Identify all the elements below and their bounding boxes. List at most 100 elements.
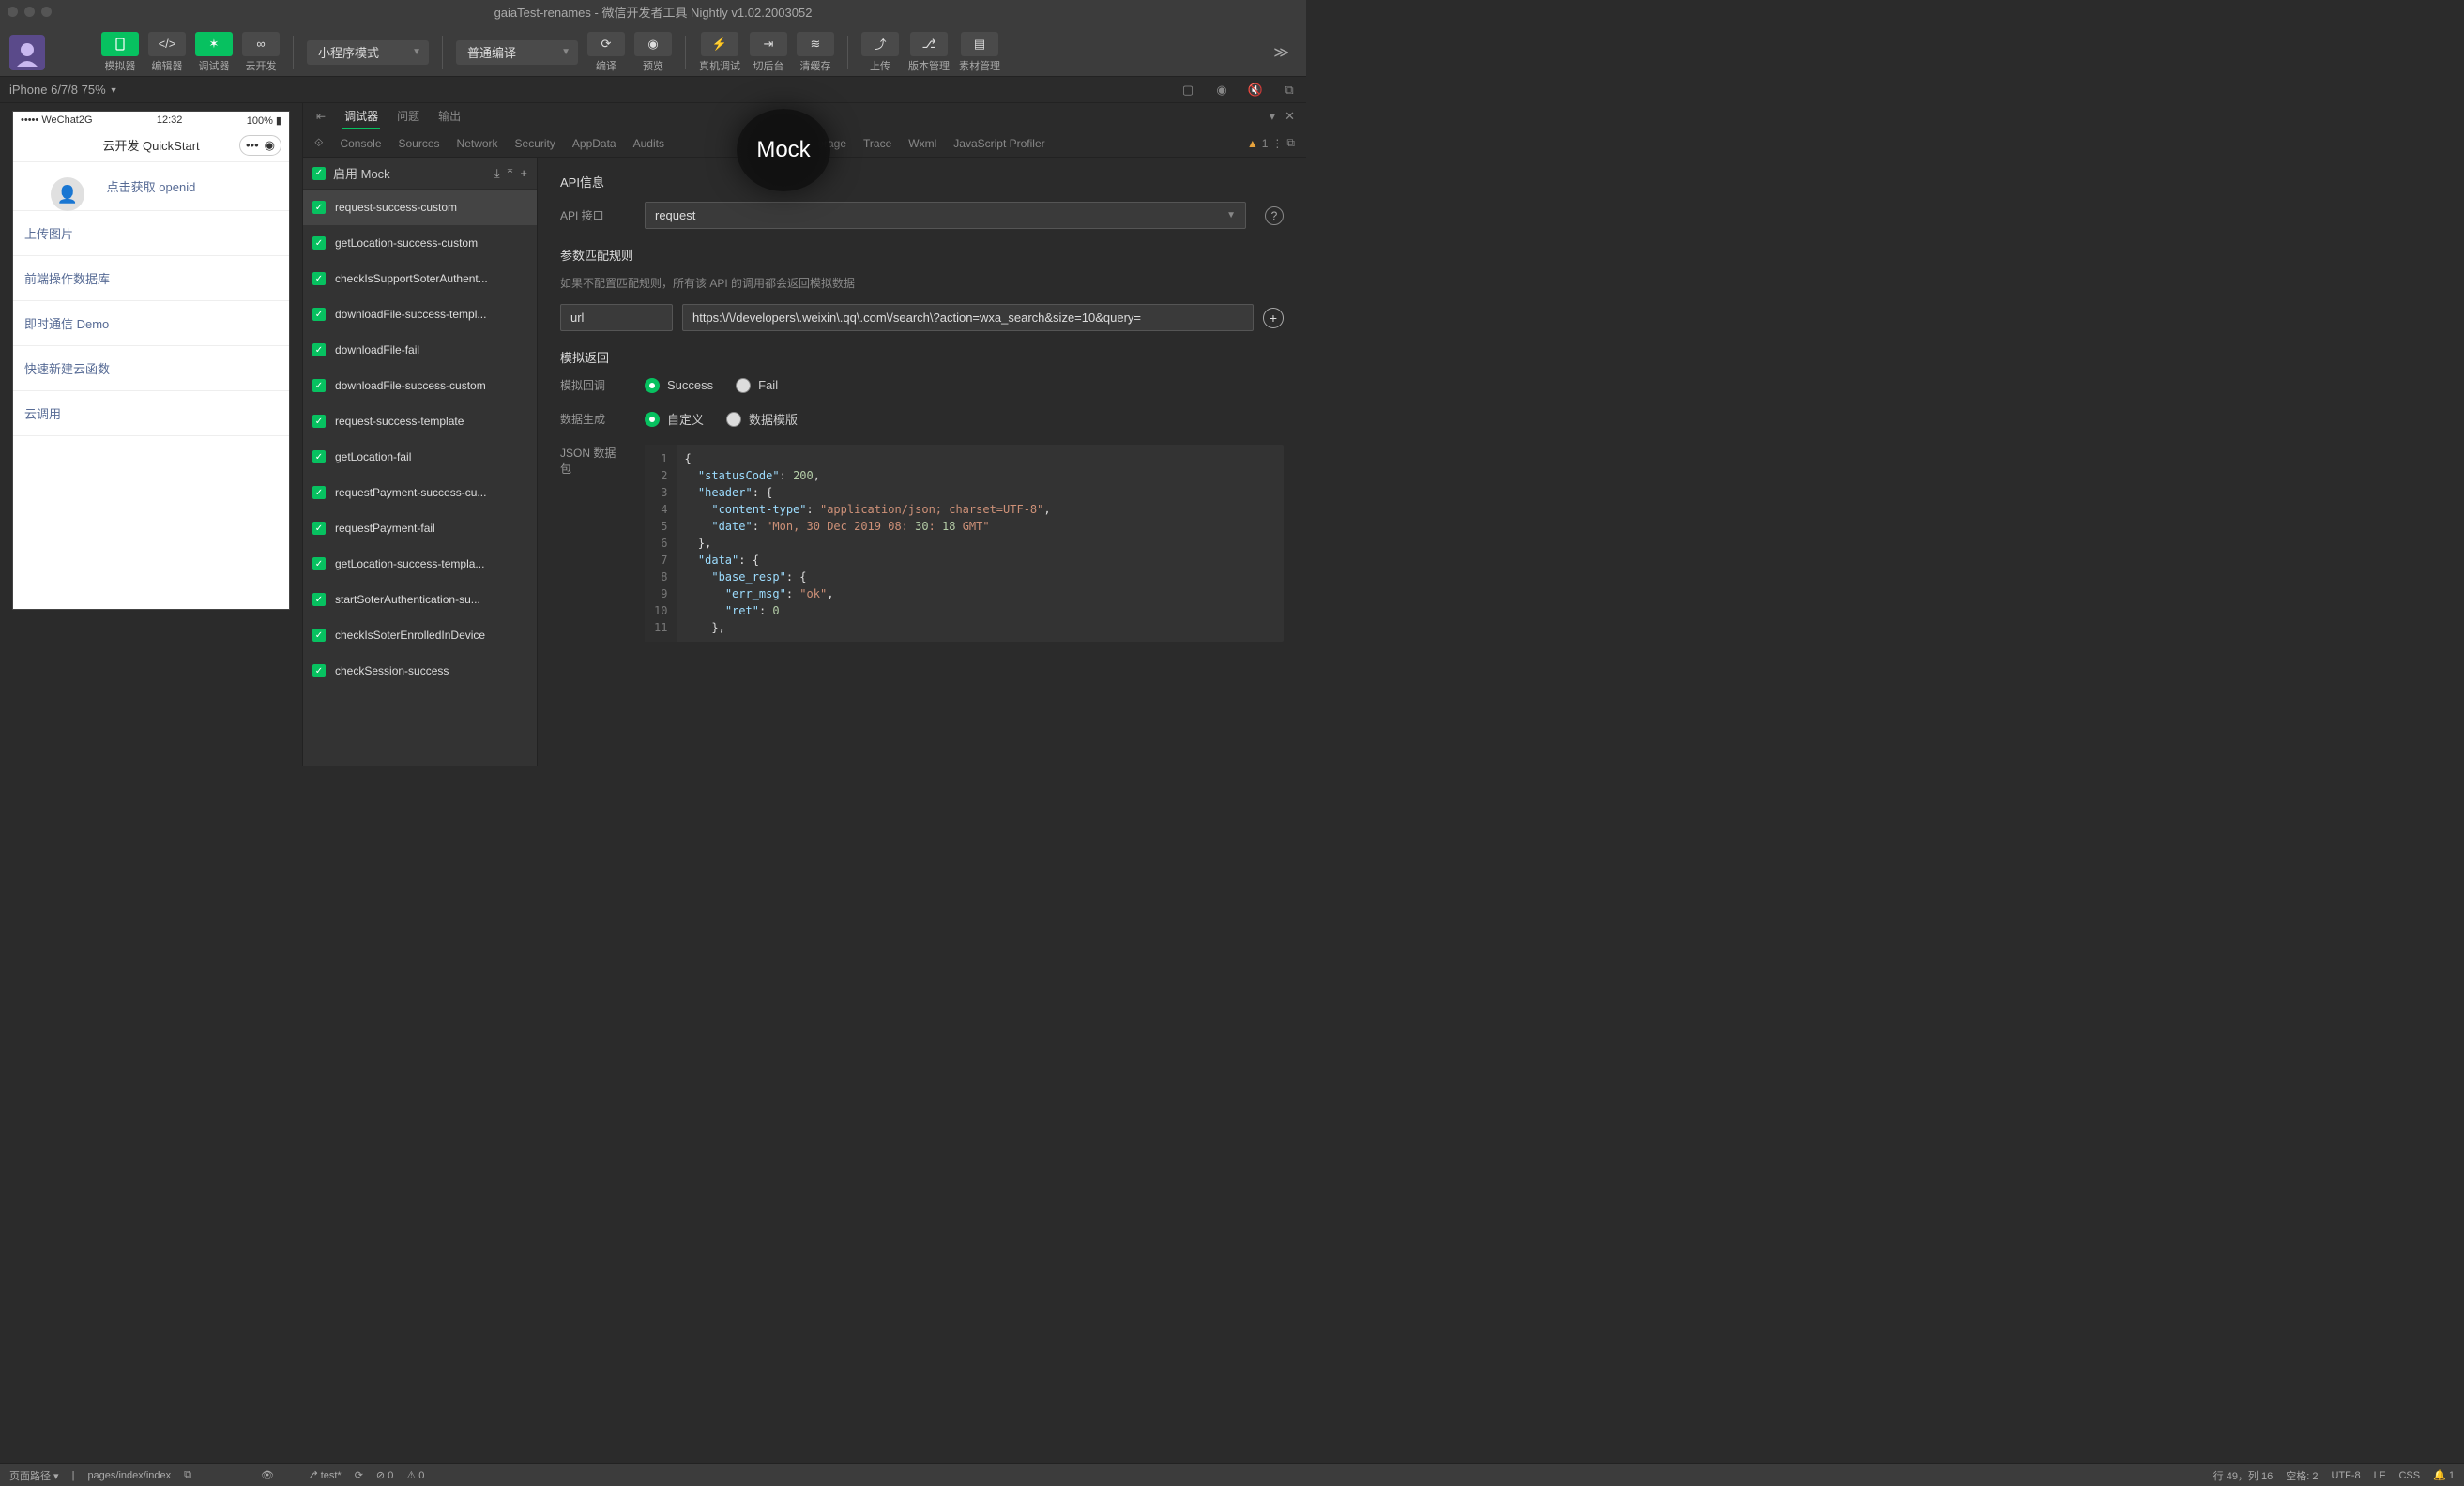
mock-item[interactable]: ✓checkIsSoterEnrolledInDevice bbox=[303, 617, 537, 653]
device-select[interactable]: iPhone 6/7/8 75%▼ bbox=[9, 83, 118, 97]
user-avatar[interactable] bbox=[9, 35, 45, 70]
upload-button[interactable]: ⤴ 上传 bbox=[861, 32, 899, 73]
phone-row[interactable]: 云调用 bbox=[13, 391, 289, 436]
check-icon[interactable]: ✓ bbox=[312, 167, 326, 180]
record-icon[interactable]: ◉ bbox=[1214, 83, 1229, 98]
debugger-panel: ⇤ 调试器 问题 输出 ▾ ✕ ⟐ Console Sources Networ… bbox=[302, 103, 1306, 766]
radio-fail[interactable]: Fail bbox=[736, 378, 778, 393]
mock-item[interactable]: ✓downloadFile-success-custom bbox=[303, 368, 537, 403]
tab-issues[interactable]: 问题 bbox=[395, 108, 421, 124]
phone-row[interactable]: 快速新建云函数 bbox=[13, 346, 289, 391]
tab-wxml[interactable]: Wxml bbox=[908, 137, 936, 150]
more-icon[interactable]: ≫ bbox=[1266, 43, 1297, 62]
eol[interactable]: LF bbox=[2374, 1470, 2386, 1481]
add-icon[interactable]: + bbox=[520, 166, 527, 181]
divider bbox=[685, 36, 686, 69]
rotate-icon[interactable]: ▢ bbox=[1180, 83, 1195, 98]
export-icon[interactable]: ⤒ bbox=[508, 166, 513, 181]
api-info-heading: API信息 bbox=[560, 173, 1284, 190]
inspect-icon[interactable]: ⟐ bbox=[314, 136, 323, 150]
mock-item[interactable]: ✓startSoterAuthentication-su... bbox=[303, 582, 537, 617]
mock-item[interactable]: ✓downloadFile-success-templ... bbox=[303, 296, 537, 332]
compile-button[interactable]: ⟳ 编译 bbox=[587, 32, 625, 73]
tab-debugger[interactable]: 调试器 bbox=[342, 108, 380, 129]
debugger-button[interactable]: ✶ 调试器 bbox=[195, 32, 233, 73]
copy-icon[interactable]: ⧉ bbox=[184, 1469, 191, 1481]
warning-count[interactable]: ⚠ 0 bbox=[406, 1469, 424, 1481]
mock-item[interactable]: ✓request-success-custom bbox=[303, 190, 537, 225]
tab-console[interactable]: Console bbox=[340, 137, 381, 150]
help-icon[interactable]: ? bbox=[1265, 206, 1284, 225]
param-val-input[interactable]: https:\/\/developers\.weixin\.qq\.com\/s… bbox=[682, 304, 1254, 331]
import-icon[interactable]: ⤓ bbox=[494, 166, 500, 181]
tab-collapse-icon[interactable]: ⇤ bbox=[314, 110, 327, 123]
simulator-button[interactable]: 模拟器 bbox=[101, 32, 139, 73]
branch-icon: ⎇ test* bbox=[306, 1469, 342, 1481]
switch-bg-button[interactable]: ⇥ 切后台 bbox=[750, 32, 787, 73]
tab-sources[interactable]: Sources bbox=[399, 137, 440, 150]
error-count[interactable]: ⊘ 0 bbox=[376, 1469, 393, 1481]
divider bbox=[847, 36, 848, 69]
main-area: ••••• WeChat2G 12:32 100% ▮ 云开发 QuickSta… bbox=[0, 103, 1306, 766]
mock-header: ✓ 启用 Mock ⤓ ⤒ + bbox=[303, 158, 537, 190]
radio-success[interactable]: Success bbox=[645, 378, 713, 393]
lang[interactable]: CSS bbox=[2398, 1470, 2420, 1481]
tab-output[interactable]: 输出 bbox=[436, 108, 463, 124]
divider bbox=[293, 36, 294, 69]
add-param-icon[interactable]: + bbox=[1263, 308, 1284, 328]
param-key-input[interactable]: url bbox=[560, 304, 673, 331]
cursor-pos[interactable]: 行 49，列 16 bbox=[2213, 1468, 2274, 1483]
indent[interactable]: 空格: 2 bbox=[2286, 1468, 2318, 1483]
encoding[interactable]: UTF-8 bbox=[2331, 1470, 2360, 1481]
callback-label: 模拟回调 bbox=[560, 377, 626, 393]
tab-network[interactable]: Network bbox=[457, 137, 498, 150]
capsule-button[interactable]: •••◉ bbox=[239, 135, 281, 156]
api-select[interactable]: request▼ bbox=[645, 202, 1246, 229]
warning-caret-icon[interactable]: ▾ bbox=[1270, 109, 1276, 124]
mock-item[interactable]: ✓checkIsSupportSoterAuthent... bbox=[303, 261, 537, 296]
version-mgmt-button[interactable]: ⎇ 版本管理 bbox=[908, 32, 950, 73]
eye-icon[interactable]: 👁 bbox=[261, 1469, 274, 1481]
phone-user-row[interactable]: 👤 点击获取 openid bbox=[13, 162, 289, 211]
mock-item[interactable]: ✓downloadFile-fail bbox=[303, 332, 537, 368]
mock-item[interactable]: ✓requestPayment-fail bbox=[303, 510, 537, 546]
mock-item[interactable]: ✓getLocation-fail bbox=[303, 439, 537, 475]
phone-row[interactable]: 上传图片 bbox=[13, 211, 289, 256]
json-editor[interactable]: 1234567891011 { "statusCode": 200, "head… bbox=[645, 445, 1284, 642]
tab-appdata[interactable]: AppData bbox=[572, 137, 616, 150]
asset-mgmt-button[interactable]: ▤ 素材管理 bbox=[959, 32, 1000, 73]
mock-item[interactable]: ✓request-success-template bbox=[303, 403, 537, 439]
phone-row[interactable]: 前端操作数据库 bbox=[13, 256, 289, 301]
warning-icon[interactable]: ▲ bbox=[1247, 137, 1258, 150]
bell-icon[interactable]: 🔔 1 bbox=[2433, 1469, 2455, 1481]
popout-icon[interactable]: ⧉ bbox=[1282, 83, 1297, 98]
dock-icon[interactable]: ⧉ bbox=[1286, 136, 1295, 150]
remote-debug-button[interactable]: ⚡ 真机调试 bbox=[699, 32, 740, 73]
tab-audits[interactable]: Audits bbox=[633, 137, 664, 150]
mode-select[interactable]: 小程序模式▼ bbox=[307, 40, 429, 65]
editor-button[interactable]: </> 编辑器 bbox=[148, 32, 186, 73]
mock-item[interactable]: ✓checkSession-success bbox=[303, 653, 537, 689]
radio-template[interactable]: 数据模版 bbox=[726, 410, 798, 428]
phone-row[interactable]: 即时通信 Demo bbox=[13, 301, 289, 346]
compile-select[interactable]: 普通编译▼ bbox=[456, 40, 578, 65]
sync-icon[interactable]: ⟳ bbox=[355, 1469, 363, 1481]
tab-security[interactable]: Security bbox=[515, 137, 555, 150]
page-path[interactable]: pages/index/index bbox=[87, 1470, 171, 1481]
mute-icon[interactable]: 🔇 bbox=[1248, 83, 1263, 98]
clear-cache-button[interactable]: ≋ 清缓存 bbox=[797, 32, 834, 73]
user-avatar-icon: 👤 bbox=[51, 177, 84, 211]
tab-trace[interactable]: Trace bbox=[863, 137, 891, 150]
close-icon[interactable]: ✕ bbox=[1285, 109, 1295, 124]
json-packet-label: JSON 数据包 bbox=[560, 445, 626, 477]
preview-button[interactable]: ◉ 预览 bbox=[634, 32, 672, 73]
phone-statusbar: ••••• WeChat2G 12:32 100% ▮ bbox=[13, 112, 289, 129]
tab-jsprofiler[interactable]: JavaScript Profiler bbox=[953, 137, 1044, 150]
cloud-dev-button[interactable]: ∞ 云开发 bbox=[242, 32, 280, 73]
mock-item[interactable]: ✓getLocation-success-custom bbox=[303, 225, 537, 261]
menu-icon[interactable]: ⋮ bbox=[1271, 137, 1283, 150]
mock-item[interactable]: ✓requestPayment-success-cu... bbox=[303, 475, 537, 510]
radio-custom[interactable]: 自定义 bbox=[645, 410, 704, 428]
mock-item[interactable]: ✓getLocation-success-templa... bbox=[303, 546, 537, 582]
mock-return-heading: 模拟返回 bbox=[560, 348, 1284, 366]
